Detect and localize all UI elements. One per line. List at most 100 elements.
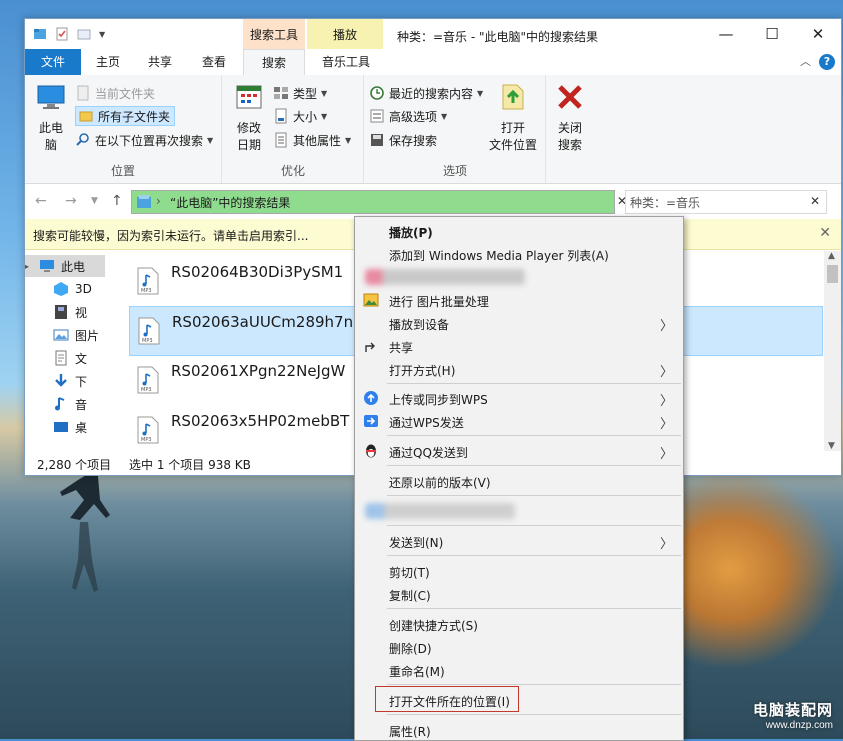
this-pc-button[interactable]: 此电 脑 [33,81,69,154]
selection-info: 选中 1 个项目 938 KB [129,458,251,472]
back-arrow-icon[interactable]: ← [35,193,47,209]
ribbon: 此电 脑 当前文件夹 所有子文件夹 在以下位置再次搜索 ▼ 位置 修改 日期 类… [25,75,841,184]
minimize-button[interactable]: — [703,19,749,49]
nav-item-downloads[interactable]: 下 [25,370,105,392]
maximize-icon: ☐ [765,25,779,43]
window-title: 种类：=音乐 - "此电脑"中的搜索结果 [397,30,599,44]
nav-item-videos[interactable]: 视 [25,301,105,323]
recent-searches-button[interactable]: 最近的搜索内容 ▼ [369,83,483,103]
menu-label: 打开方式(H) [389,364,456,378]
size-button[interactable]: 大小 ▼ [273,106,327,126]
window-controls: — ☐ ✕ [703,19,841,49]
watermark: 电脑装配网 www.dnzp.com [753,699,833,731]
tab-file[interactable]: 文件 [25,49,81,75]
menu-item-delete[interactable]: 删除(D) [355,636,683,658]
svg-text:MP3: MP3 [141,437,152,443]
maximize-button[interactable]: ☐ [749,19,795,49]
nav-item-pictures[interactable]: 图片 [25,324,105,346]
menu-separator [387,525,681,526]
new-folder-icon[interactable] [77,27,91,41]
menu-item-cast-to-device[interactable]: 播放到设备 〉 [355,312,683,334]
properties-icon[interactable] [55,27,69,41]
this-pc-label: 此电 脑 [38,121,63,152]
tab-music-tools[interactable]: 音乐工具 [309,49,383,75]
menu-label: 通过QQ发送到 [389,446,468,460]
nav-item-desktop[interactable]: 桌 [25,416,105,438]
kind-button[interactable]: 类型 ▼ [273,83,327,103]
menu-separator [387,555,681,556]
date-modified-button[interactable]: 修改 日期 [231,81,267,154]
other-properties-chevron-icon: ▼ [345,135,352,145]
help-icon[interactable]: ? [819,54,835,70]
mp3-file-icon: MP3 [137,366,159,394]
clear-search-icon[interactable]: ✕ [810,194,820,208]
vertical-scrollbar[interactable]: ▲ ▼ [824,251,841,451]
nav-label: 视 [75,305,88,320]
ribbon-group-refine: 修改 日期 类型 ▼ 大小 ▼ 其他属性 ▼ 优化 [223,75,364,183]
nav-item-music[interactable]: 音 [25,393,105,415]
menu-label: 播放(P) [389,226,433,240]
menu-item-open-with[interactable]: 打开方式(H) 〉 [355,358,683,380]
close-button[interactable]: ✕ [795,19,841,49]
tab-home[interactable]: 主页 [85,49,131,75]
menu-item-properties[interactable]: 属性(R) [355,719,683,741]
menu-label: 共享 [389,341,414,355]
tab-share[interactable]: 共享 [137,49,183,75]
refine-group-label: 优化 [280,164,305,178]
menu-item-blurred[interactable] [355,500,683,522]
file-name: RS02061XPgn22NeJgW [171,362,346,380]
recent-locations-chevron-icon[interactable]: ▼ [91,196,98,206]
subfolders-icon [79,111,93,122]
up-arrow-icon[interactable]: ↑ [111,193,123,209]
menu-label: 复制(C) [389,589,431,603]
scroll-up-icon[interactable]: ▲ [828,251,835,261]
search-input[interactable]: 种类：=音乐 ✕ [625,190,827,214]
forward-arrow-icon[interactable]: → [65,193,77,209]
nav-item-documents[interactable]: 文 [25,347,105,369]
menu-item-play[interactable]: 播放(P) [355,220,683,242]
menu-label: 属性(R) [389,725,431,739]
other-properties-label: 其他属性 [293,133,342,148]
advanced-options-button[interactable]: 高级选项 ▼ [369,106,447,126]
tab-search[interactable]: 搜索 [243,49,305,77]
nav-label: 音 [75,397,88,412]
menu-item-upload-wps[interactable]: 上传或同步到WPS 〉 [355,387,683,409]
collapse-ribbon-icon[interactable]: ︿ [800,53,811,69]
menu-item-copy[interactable]: 复制(C) [355,583,683,605]
address-bar[interactable]: › “此电脑”中的搜索结果 ⌵ [131,190,711,214]
menu-label: 剪切(T) [389,566,430,580]
menu-item-cut[interactable]: 剪切(T) [355,560,683,582]
all-subfolders-button[interactable]: 所有子文件夹 [75,106,176,126]
other-properties-button[interactable]: 其他属性 ▼ [273,130,351,150]
menu-separator [387,383,681,384]
menu-item-send-qq[interactable]: 通过QQ发送到 〉 [355,440,683,462]
menu-item-batch-images[interactable]: 进行 图片批量处理 [355,289,683,311]
size-icon [275,108,287,124]
menu-item-restore-versions[interactable]: 还原以前的版本(V) [355,470,683,492]
menu-separator [387,684,681,685]
options-group-label: 选项 [442,164,467,178]
save-search-label: 保存搜索 [389,133,438,148]
nav-label: 下 [75,374,88,389]
close-search-button[interactable]: 关闭 搜索 [549,81,591,154]
open-file-location-button[interactable]: 打开 文件位置 [485,81,541,154]
current-folder-button[interactable]: 当前文件夹 [75,83,155,103]
search-again-button[interactable]: 在以下位置再次搜索 ▼ [75,130,213,150]
tab-view[interactable]: 查看 [191,49,237,75]
nav-item-3d-objects[interactable]: 3D [25,278,105,300]
menu-item-add-to-wmp[interactable]: 添加到 Windows Media Player 列表(A) [355,243,683,265]
menu-item-rename[interactable]: 重命名(M) [355,659,683,681]
menu-item-create-shortcut[interactable]: 创建快捷方式(S) [355,613,683,635]
menu-item-send-to[interactable]: 发送到(N) 〉 [355,530,683,552]
expand-chevron-icon[interactable]: ▸ [25,262,33,271]
dismiss-info-icon[interactable]: ✕ [819,225,831,241]
title-bar: ▼ 搜索工具 播放 种类：=音乐 - "此电脑"中的搜索结果 — ☐ ✕ [25,19,841,49]
nav-item-this-pc[interactable]: ▸ 此电 [25,255,105,277]
scroll-down-icon[interactable]: ▼ [828,441,835,451]
menu-item-blurred[interactable] [355,266,683,288]
menu-item-share[interactable]: 共享 [355,335,683,357]
scroll-thumb[interactable] [827,265,838,283]
customize-qat-chevron-icon[interactable]: ▼ [99,30,105,39]
menu-item-send-wps[interactable]: 通过WPS发送 〉 [355,410,683,432]
save-search-button[interactable]: 保存搜索 [369,130,437,150]
